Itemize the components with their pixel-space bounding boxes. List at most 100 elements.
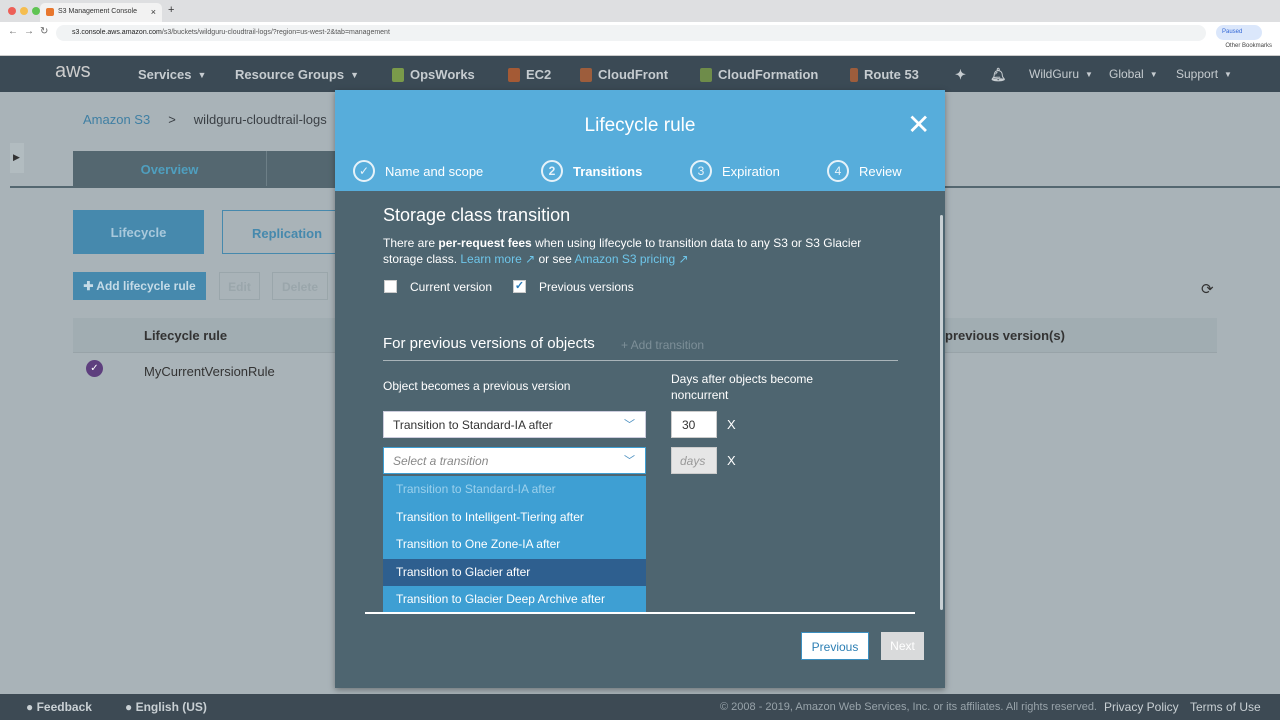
learn-more-link[interactable]: Learn more ↗ — [460, 252, 535, 266]
option-standard-ia-disabled: Transition to Standard-IA after — [396, 482, 556, 496]
resource-groups-menu[interactable]: Resource Groups ▼ — [235, 67, 359, 82]
profile-button[interactable]: Paused — [1216, 25, 1262, 40]
back-icon[interactable]: ← — [8, 26, 18, 37]
previous-versions-heading: For previous versions of objects — [383, 335, 595, 352]
cloudfront-icon — [580, 67, 592, 82]
previous-button[interactable]: Previous — [801, 632, 869, 660]
modal-scrollbar[interactable] — [940, 215, 943, 610]
add-transition-link[interactable]: + Add transition — [621, 338, 704, 352]
breadcrumb-root-link[interactable]: Amazon S3 — [83, 112, 150, 127]
days-input-1[interactable]: 30 — [671, 411, 717, 438]
close-window-button[interactable] — [8, 7, 16, 15]
shortcut-label: OpsWorks — [410, 67, 475, 82]
shortcut-cloudformation[interactable]: CloudFormation — [700, 67, 818, 82]
delete-button[interactable]: Delete — [272, 272, 328, 300]
bell-icon[interactable]: 🔔︎ — [990, 67, 1007, 83]
section-title: Storage class transition — [383, 205, 571, 225]
remove-transition-2[interactable]: X — [727, 453, 736, 468]
lifecycle-rule-modal: Lifecycle rule ✕ ✓ Name and scope 2 Transi… — [335, 90, 945, 688]
user-menu[interactable]: WildGuru ▼ — [1029, 67, 1093, 81]
chevron-down-icon: ▼ — [1224, 69, 1232, 79]
aws-top-nav: aws Services ▼ Resource Groups ▼ OpsWorks … — [0, 56, 1280, 92]
col-previous-versions: previous version(s) — [945, 328, 1065, 343]
refresh-icon[interactable]: ⟳ — [1201, 280, 1214, 298]
reload-icon[interactable]: ↻ — [40, 26, 48, 37]
option-glacier[interactable]: Transition to Glacier after — [383, 558, 646, 586]
row-selected-radio[interactable]: ✓ — [86, 360, 103, 377]
privacy-policy-link[interactable]: Privacy Policy — [1104, 700, 1179, 714]
current-version-label: Current version — [410, 280, 493, 294]
minimize-window-button[interactable] — [20, 7, 28, 15]
chevron-down-icon: ﹀ — [624, 419, 635, 431]
tab-overview[interactable]: Overview — [73, 162, 266, 177]
modal-title: Lifecycle rule — [584, 115, 696, 136]
other-bookmarks[interactable]: Other Bookmarks — [1225, 43, 1272, 49]
copyright: © 2008 - 2019, Amazon Web Services, Inc.… — [720, 701, 1097, 713]
terms-of-use-link[interactable]: Terms of Use — [1190, 700, 1261, 714]
shortcut-cloudfront[interactable]: CloudFront — [580, 67, 668, 82]
breadcrumb-bucket: wildguru-cloudtrail-logs — [193, 112, 327, 127]
step-expiration[interactable]: 3 Expiration — [690, 160, 780, 182]
step-transitions[interactable]: 2 Transitions — [541, 160, 642, 182]
days-column-label: Days after objects become noncurrent — [671, 372, 814, 402]
transition-select-2[interactable]: Select a transition ﹀ — [383, 447, 646, 474]
shortcut-opsworks[interactable]: OpsWorks — [392, 67, 475, 82]
fees-notice: There are per-request fees when using li… — [383, 235, 903, 267]
chevron-down-icon: ▼ — [197, 69, 207, 80]
transition-dropdown: Transition to Standard-IA after Transiti… — [383, 476, 646, 612]
rule-name: MyCurrentVersionRule — [144, 364, 275, 379]
remove-transition-1[interactable]: X — [727, 417, 736, 432]
option-intelligent-tiering[interactable]: Transition to Intelligent-Tiering after — [383, 504, 646, 532]
forward-icon[interactable]: → — [24, 26, 34, 37]
step-number: 4 — [827, 160, 849, 182]
step-name-and-scope[interactable]: ✓ Name and scope — [353, 160, 483, 182]
url-input[interactable]: s3.console.aws.amazon.com/s3/buckets/wil… — [56, 25, 1206, 41]
pin-icon[interactable]: ✦ — [955, 67, 966, 83]
new-tab-button[interactable]: + — [168, 4, 174, 16]
object-column-label: Object becomes a previous version — [383, 379, 571, 393]
current-version-checkbox[interactable] — [384, 280, 397, 293]
user-label: WildGuru — [1029, 67, 1080, 81]
browser-tab[interactable]: S3 Management Console × — [40, 3, 162, 22]
shortcut-route53[interactable]: Route 53 — [850, 67, 919, 82]
shortcut-ec2[interactable]: EC2 — [508, 67, 551, 82]
chevron-down-icon: ▼ — [1149, 69, 1158, 79]
text: There are — [383, 236, 439, 250]
days-input-2[interactable]: days — [671, 447, 717, 474]
sidebar-toggle-icon[interactable]: ▶ — [10, 143, 24, 173]
option-one-zone-ia[interactable]: Transition to One Zone-IA after — [383, 531, 646, 559]
opsworks-icon — [392, 67, 404, 82]
url-path: /s3/buckets/wildguru-cloudtrail-logs/?re… — [161, 29, 390, 36]
footer: ● Feedback ● English (US) © 2008 - 2019,… — [0, 694, 1280, 720]
cloudformation-icon — [700, 67, 712, 82]
next-button[interactable]: Next — [881, 632, 924, 660]
option-glacier-deep-archive[interactable]: Transition to Glacier Deep Archive after — [383, 586, 646, 614]
edit-button[interactable]: Edit — [219, 272, 260, 300]
step-review[interactable]: 4 Review — [827, 160, 902, 182]
aws-logo[interactable]: aws — [55, 60, 91, 83]
subtab-replication[interactable]: Replication — [222, 210, 352, 254]
chevron-down-icon: ▼ — [1085, 69, 1093, 79]
maximize-window-button[interactable] — [32, 7, 40, 15]
add-lifecycle-rule-button[interactable]: ✚ Add lifecycle rule — [73, 272, 206, 300]
chevron-down-icon: ﹀ — [624, 455, 635, 467]
breadcrumb-separator-icon: > — [168, 112, 176, 127]
shortcut-label: EC2 — [526, 67, 552, 82]
close-tab-icon[interactable]: × — [151, 7, 156, 17]
select-value: Transition to Standard-IA after — [393, 418, 553, 432]
services-menu[interactable]: Services ▼ — [138, 67, 206, 82]
previous-versions-checkbox[interactable]: ✓ — [513, 280, 526, 293]
transition-select-1[interactable]: Transition to Standard-IA after ﹀ — [383, 411, 646, 438]
pricing-link[interactable]: Amazon S3 pricing ↗ — [575, 252, 689, 266]
close-icon[interactable]: ✕ — [907, 108, 930, 141]
feedback-link[interactable]: ● Feedback — [26, 700, 92, 714]
language-selector[interactable]: ● English (US) — [125, 700, 207, 714]
text: or see — [535, 252, 575, 266]
support-menu[interactable]: Support ▼ — [1176, 67, 1232, 81]
check-circle-icon: ✓ — [353, 160, 375, 182]
shortcut-label: Route 53 — [864, 67, 919, 82]
speech-bubble-icon: ● — [26, 700, 34, 714]
url-host: s3.console.aws.amazon.com — [72, 29, 162, 36]
region-menu[interactable]: Global ▼ — [1109, 67, 1158, 81]
subtab-lifecycle[interactable]: Lifecycle — [73, 210, 204, 254]
